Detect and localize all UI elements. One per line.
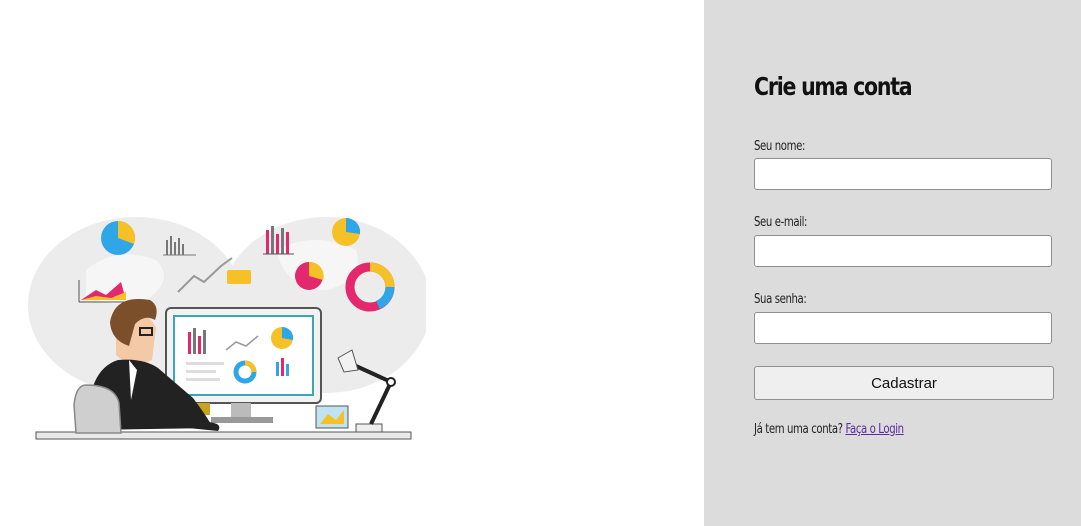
- login-prompt-text: Já tem uma conta?: [754, 422, 843, 437]
- name-label: Seu nome:: [754, 139, 805, 154]
- email-label: Seu e-mail:: [754, 215, 808, 230]
- signup-panel: Crie uma conta Seu nome: Seu e-mail: Sua…: [704, 0, 1081, 526]
- login-link[interactable]: Faça o Login: [845, 422, 904, 437]
- name-field[interactable]: [754, 158, 1052, 190]
- password-label: Sua senha:: [754, 292, 807, 307]
- page-title: Crie uma conta: [754, 72, 913, 101]
- analyst-illustration: [28, 217, 426, 440]
- illustration-panel: [0, 0, 704, 526]
- login-prompt: Já tem uma conta? Faça o Login: [754, 422, 904, 437]
- cadastrar-button[interactable]: Cadastrar: [754, 366, 1054, 400]
- password-field[interactable]: [754, 312, 1052, 344]
- email-field[interactable]: [754, 235, 1052, 267]
